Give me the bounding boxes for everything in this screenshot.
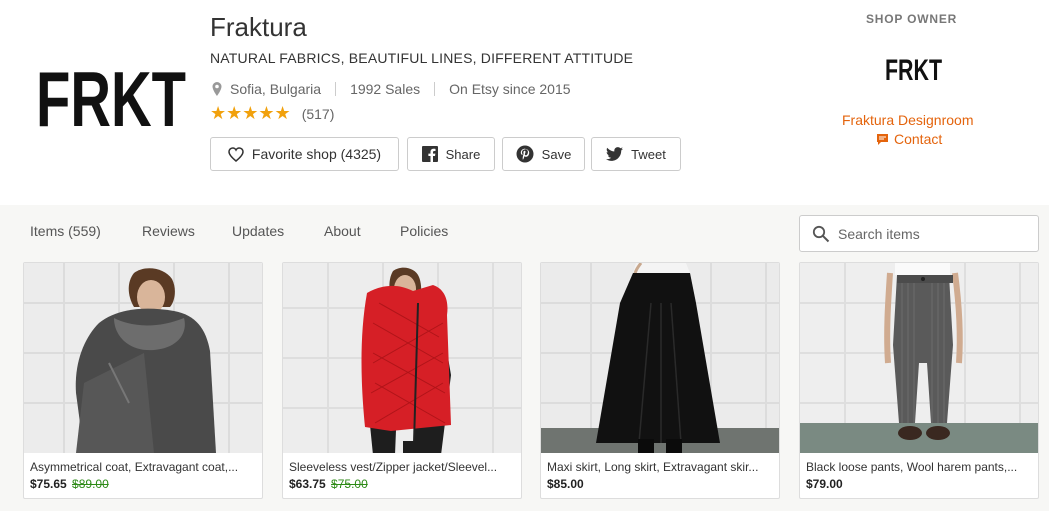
twitter-icon bbox=[606, 147, 624, 161]
save-label: Save bbox=[541, 146, 572, 162]
shop-tagline: NATURAL FABRICS, BEAUTIFUL LINES, DIFFER… bbox=[210, 50, 634, 66]
star-rating: ★★★★★ bbox=[210, 103, 291, 123]
heart-icon bbox=[228, 146, 244, 162]
contact-label: Contact bbox=[894, 131, 943, 147]
shop-listings-section: Items (559) Reviews Updates About Polici… bbox=[0, 205, 1049, 511]
sale-price: $63.75 bbox=[289, 477, 326, 491]
owner-name-link[interactable]: Fraktura Designroom bbox=[842, 112, 992, 128]
tab-reviews[interactable]: Reviews bbox=[142, 223, 195, 239]
original-price: $75.00 bbox=[331, 477, 368, 491]
shop-rating[interactable]: ★★★★★ (517) bbox=[210, 103, 334, 124]
listing-price: $79.00 bbox=[806, 477, 843, 491]
divider bbox=[434, 82, 436, 96]
listing-title[interactable]: Asymmetrical coat, Extravagant coat,... bbox=[30, 460, 258, 474]
listing-title[interactable]: Sleeveless vest/Zipper jacket/Sleevel... bbox=[289, 460, 517, 474]
share-label: Share bbox=[445, 146, 481, 162]
message-icon bbox=[877, 133, 888, 145]
tab-about[interactable]: About bbox=[324, 223, 361, 239]
owner-avatar[interactable]: FRKT bbox=[884, 54, 944, 84]
listing-image[interactable] bbox=[800, 263, 1038, 453]
svg-text:FRKT: FRKT bbox=[36, 58, 186, 134]
listing-image[interactable] bbox=[283, 263, 521, 453]
pin-icon bbox=[212, 82, 222, 96]
shop-name: Fraktura bbox=[210, 12, 307, 42]
shop-owner-heading: SHOP OWNER bbox=[866, 12, 958, 26]
listing-price: $63.75 $75.00 bbox=[289, 477, 368, 491]
shop-since: On Etsy since 2015 bbox=[449, 81, 571, 97]
review-count: (517) bbox=[301, 105, 335, 122]
shop-location: Sofia, Bulgaria bbox=[230, 81, 322, 97]
tweet-label: Tweet bbox=[631, 146, 666, 162]
tab-policies[interactable]: Policies bbox=[400, 223, 448, 239]
listing-image[interactable] bbox=[24, 263, 262, 453]
shop-header: FRKT Fraktura NATURAL FABRICS, BEAUTIFUL… bbox=[0, 0, 1049, 205]
listing-price: $75.65 $89.00 bbox=[30, 477, 109, 491]
search-input[interactable] bbox=[838, 225, 1018, 242]
favorite-shop-label: Favorite shop (4325) bbox=[251, 146, 382, 162]
listing-title[interactable]: Maxi skirt, Long skirt, Extravagant skir… bbox=[547, 460, 775, 474]
tweet-button[interactable]: Tweet bbox=[591, 137, 681, 171]
shop-meta: Sofia, Bulgaria 1992 Sales On Etsy since… bbox=[210, 81, 571, 97]
sale-price: $85.00 bbox=[547, 477, 584, 491]
listing-price: $85.00 bbox=[547, 477, 584, 491]
search-icon bbox=[812, 225, 830, 242]
tab-items[interactable]: Items (559) bbox=[30, 223, 101, 239]
listing-image[interactable] bbox=[541, 263, 779, 453]
favorite-shop-button[interactable]: Favorite shop (4325) bbox=[210, 137, 399, 171]
listing-card[interactable]: Maxi skirt, Long skirt, Extravagant skir… bbox=[540, 262, 780, 499]
share-button[interactable]: Share bbox=[407, 137, 495, 171]
shop-sales[interactable]: 1992 Sales bbox=[350, 81, 420, 97]
listing-title[interactable]: Black loose pants, Wool harem pants,... bbox=[806, 460, 1034, 474]
listing-card[interactable]: Asymmetrical coat, Extravagant coat,... … bbox=[23, 262, 263, 499]
sale-price: $79.00 bbox=[806, 477, 843, 491]
facebook-icon bbox=[421, 146, 438, 162]
original-price: $89.00 bbox=[72, 477, 109, 491]
divider bbox=[335, 82, 337, 96]
listing-card[interactable]: Sleeveless vest/Zipper jacket/Sleevel...… bbox=[282, 262, 522, 499]
shop-logo[interactable]: FRKT bbox=[34, 58, 188, 134]
sale-price: $75.65 bbox=[30, 477, 67, 491]
tab-updates[interactable]: Updates bbox=[232, 223, 284, 239]
listing-card[interactable]: Black loose pants, Wool harem pants,... … bbox=[799, 262, 1039, 499]
pinterest-icon bbox=[516, 145, 534, 163]
svg-text:FRKT: FRKT bbox=[885, 54, 942, 84]
search-box[interactable] bbox=[799, 215, 1039, 252]
save-button[interactable]: Save bbox=[502, 137, 585, 171]
contact-link[interactable]: Contact bbox=[876, 131, 942, 147]
